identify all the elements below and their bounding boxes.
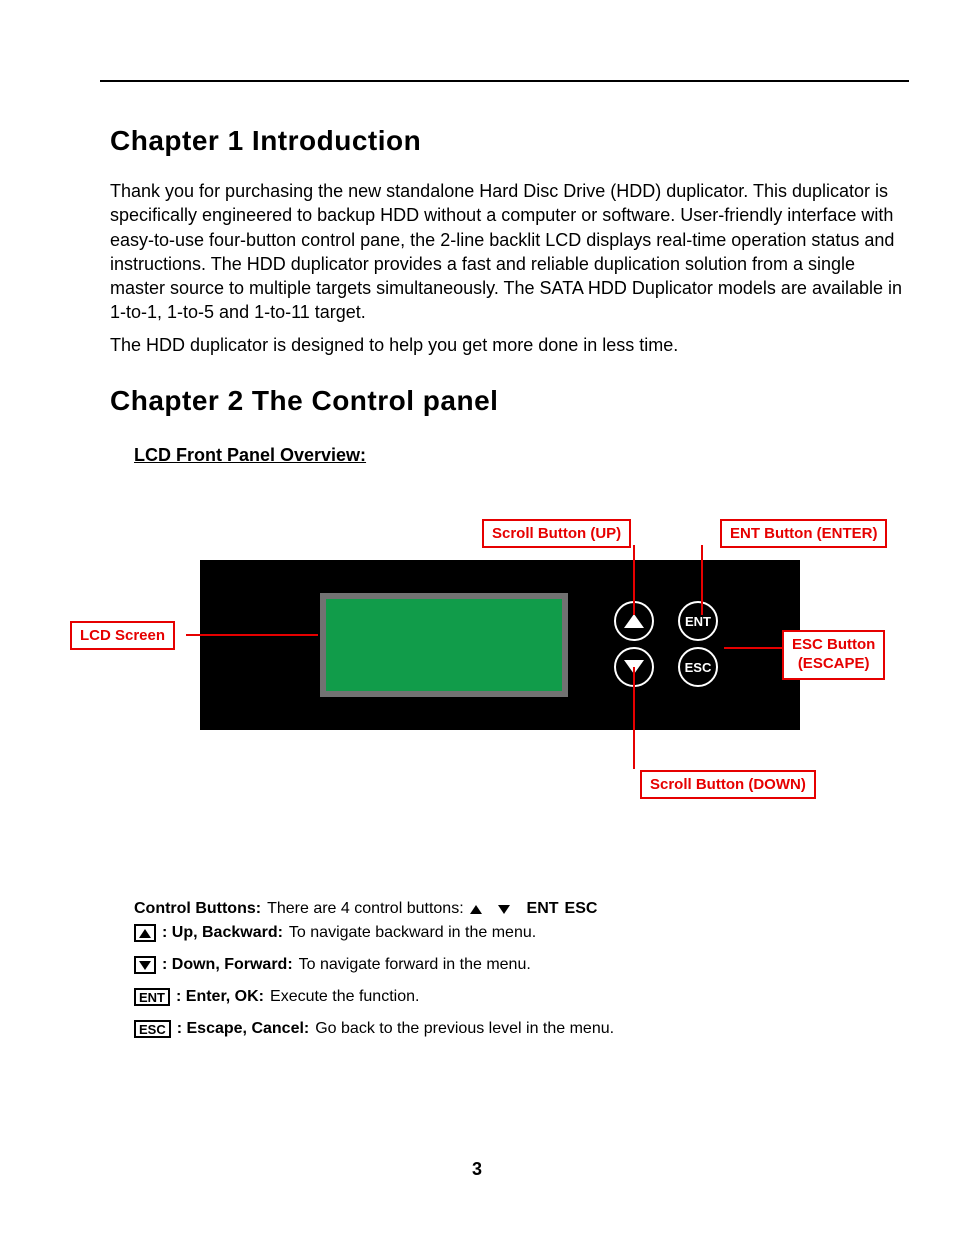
page-content: Chapter 1 Introduction Thank you for pur… <box>110 115 909 1052</box>
chapter-1-paragraph-2: The HDD duplicator is designed to help y… <box>110 333 909 357</box>
legend-row-up: : Up, Backward: To navigate backward in … <box>134 924 909 942</box>
triangle-down-icon <box>139 961 151 970</box>
leader-line <box>633 667 635 769</box>
triangle-up-icon <box>470 905 482 914</box>
triangle-down-icon <box>498 905 510 914</box>
down-box-icon <box>134 956 156 974</box>
callout-scroll-up: Scroll Button (UP) <box>482 519 631 548</box>
callout-lcd: LCD Screen <box>70 621 175 650</box>
legend-row-label: : Down, Forward: <box>162 956 293 974</box>
callout-esc-line1: ESC Button <box>792 636 875 653</box>
panel-bezel: ENT ESC <box>200 560 800 730</box>
up-box-icon <box>134 924 156 942</box>
chapter-1-title: Chapter 1 Introduction <box>110 125 909 157</box>
ent-button[interactable]: ENT <box>678 601 718 641</box>
legend-row-ent: ENT : Enter, OK: Execute the function. <box>134 988 909 1006</box>
esc-box-icon: ESC <box>134 1020 171 1038</box>
leader-line <box>633 545 635 615</box>
legend-intro-text: There are 4 control buttons: <box>267 900 464 918</box>
page-number: 3 <box>0 1159 954 1180</box>
legend-row-label: : Up, Backward: <box>162 924 283 942</box>
triangle-up-icon <box>139 929 151 938</box>
legend-row-label: : Escape, Cancel: <box>177 1020 310 1038</box>
legend-row-esc: ESC : Escape, Cancel: Go back to the pre… <box>134 1020 909 1038</box>
legend-intro-esc: ESC <box>565 900 598 918</box>
legend-row-desc: Go back to the previous level in the men… <box>315 1020 614 1038</box>
callout-ent: ENT Button (ENTER) <box>720 519 887 548</box>
leader-line <box>186 634 318 636</box>
triangle-up-icon <box>624 614 644 628</box>
chapter-1-paragraph-1: Thank you for purchasing the new standal… <box>110 179 909 325</box>
control-buttons-legend: Control Buttons: There are 4 control but… <box>134 900 909 1038</box>
legend-row-desc: To navigate forward in the menu. <box>299 956 531 974</box>
callout-esc: ESC Button (ESCAPE) <box>782 630 885 680</box>
legend-intro-bold: Control Buttons: <box>134 900 261 918</box>
lcd-overview-heading: LCD Front Panel Overview: <box>134 445 909 466</box>
leader-line <box>724 647 782 649</box>
legend-row-down: : Down, Forward: To navigate forward in … <box>134 956 909 974</box>
top-rule <box>100 80 909 82</box>
legend-intro: Control Buttons: There are 4 control but… <box>134 900 909 918</box>
callout-esc-line2: (ESCAPE) <box>798 655 870 672</box>
chapter-2-title: Chapter 2 The Control panel <box>110 385 909 417</box>
legend-row-label: : Enter, OK: <box>176 988 264 1006</box>
legend-intro-ent: ENT <box>527 900 559 918</box>
leader-line <box>701 545 703 615</box>
esc-button[interactable]: ESC <box>678 647 718 687</box>
lcd-screen <box>320 593 568 697</box>
legend-row-desc: To navigate backward in the menu. <box>289 924 536 942</box>
callout-scroll-down: Scroll Button (DOWN) <box>640 770 816 799</box>
ent-box-icon: ENT <box>134 988 170 1006</box>
control-panel-diagram: Scroll Button (UP) ENT Button (ENTER) EN… <box>110 512 909 832</box>
legend-row-desc: Execute the function. <box>270 988 419 1006</box>
